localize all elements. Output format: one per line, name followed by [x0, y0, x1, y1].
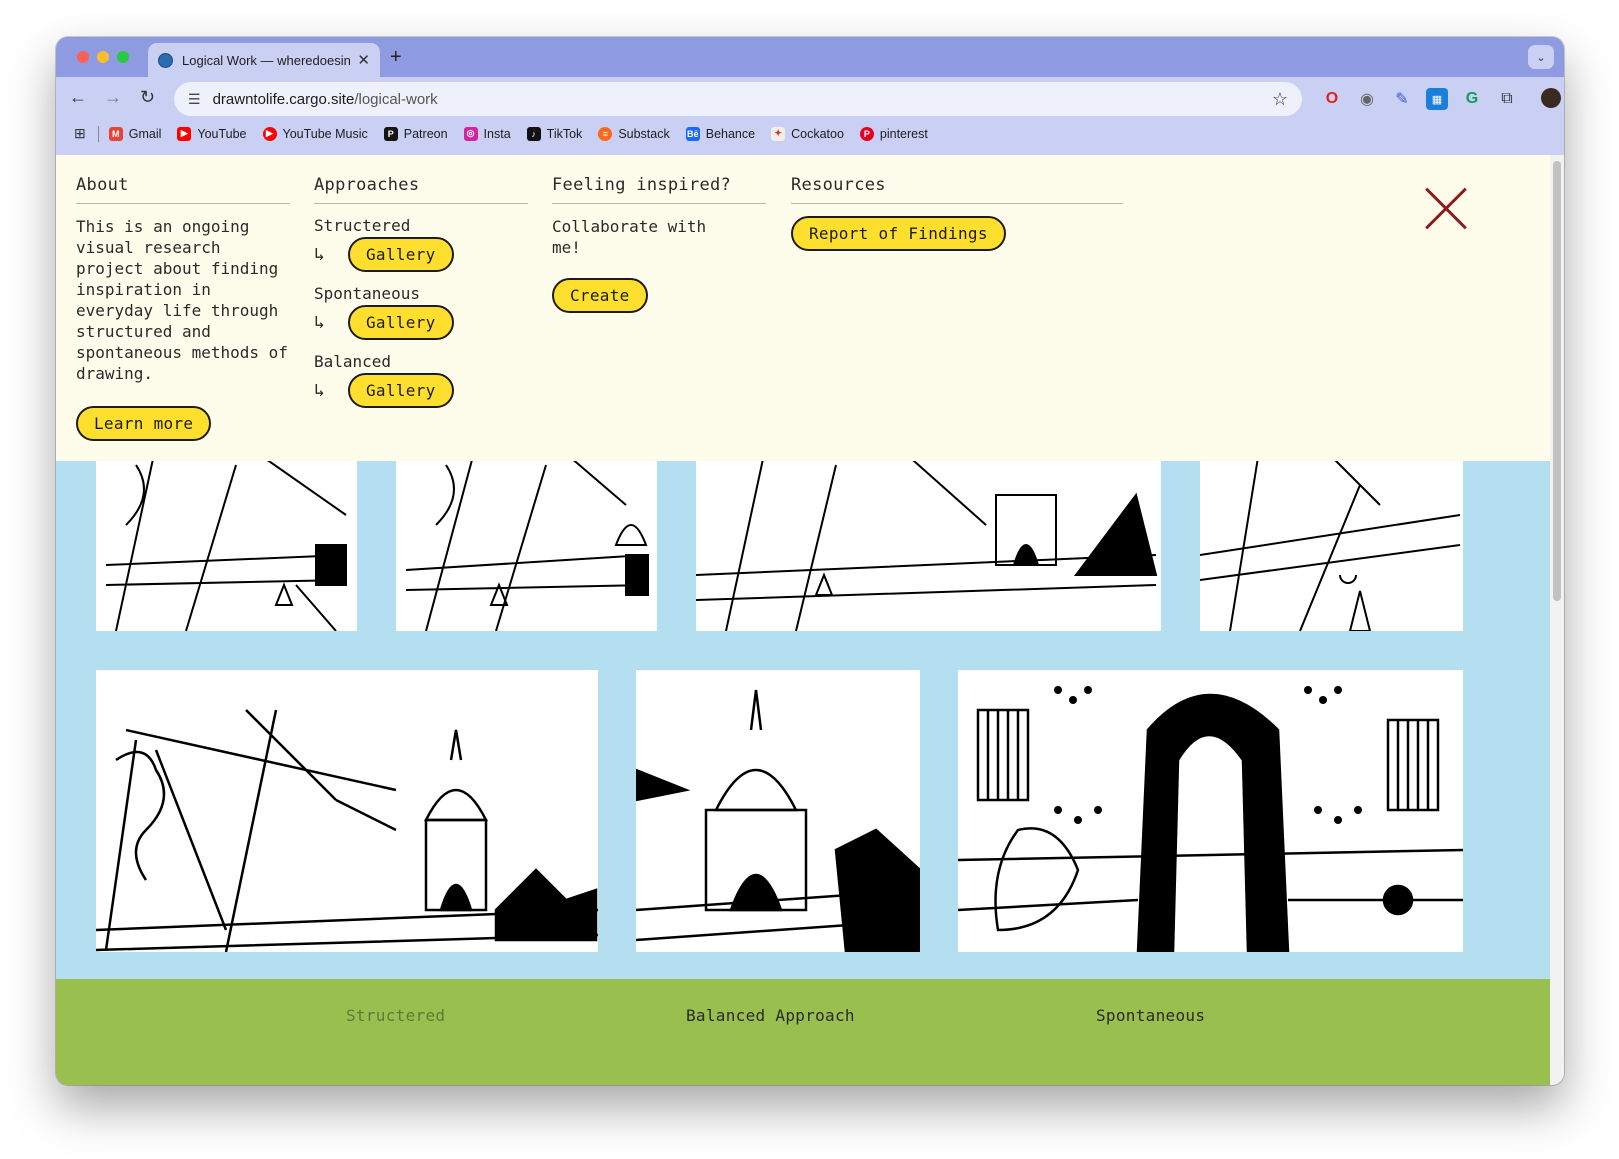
tab-search-button[interactable]: ⌄: [1528, 45, 1554, 69]
browser-toolbar: ← → ↻ ☰ drawntolife.cargo.site/logical-w…: [56, 77, 1564, 155]
grammarly-extension-icon[interactable]: G: [1461, 88, 1483, 110]
profile-avatar[interactable]: [1541, 88, 1561, 108]
reload-icon[interactable]: ↻: [140, 87, 155, 108]
bookmark-star-icon[interactable]: ☆: [1272, 89, 1288, 110]
pinterest-icon: P: [859, 126, 874, 141]
globe-icon: [158, 52, 173, 68]
gallery-image[interactable]: [636, 670, 920, 952]
youtube-music-icon: ▶: [262, 126, 277, 141]
bookmark-gmail[interactable]: M Gmail: [108, 126, 161, 141]
approach-label-balanced: Balanced: [314, 352, 392, 371]
learn-more-button[interactable]: Learn more: [76, 406, 212, 441]
bookmark-pinterest[interactable]: Ppinterest: [859, 126, 928, 141]
scrollbar-thumb[interactable]: [1553, 161, 1561, 601]
tiktok-icon: ♪: [526, 126, 541, 141]
bookmark-substack[interactable]: ≡ Substack: [598, 126, 670, 141]
create-button[interactable]: Create: [552, 278, 648, 313]
approaches-column: Approaches Structered ↳ Gallery Spontane…: [314, 175, 528, 420]
bookmark-behance[interactable]: Bē Behance: [685, 126, 755, 141]
about-heading: About: [76, 175, 290, 204]
gallery-image[interactable]: [958, 670, 1463, 952]
url-path: /logical-work: [354, 90, 438, 108]
gmail-icon: M: [108, 126, 123, 141]
arrow-icon: ↳: [314, 244, 325, 265]
bookmark-insta[interactable]: ◎ Insta: [463, 126, 511, 141]
menu-panel: About This is an ongoing visual research…: [56, 155, 1550, 461]
back-arrow-icon[interactable]: ←: [69, 87, 87, 108]
close-menu-icon[interactable]: [1424, 187, 1468, 231]
extensions-puzzle-icon[interactable]: ⧉: [1496, 88, 1518, 110]
inspired-column: Feeling inspired? Collaborate with me! C…: [552, 175, 766, 313]
approach-label-structured: Structered: [314, 216, 411, 235]
close-window-button[interactable]: [77, 51, 89, 63]
minimize-window-button[interactable]: [97, 51, 109, 63]
balanced-gallery-button[interactable]: Gallery: [348, 373, 454, 408]
about-column: About This is an ongoing visual research…: [76, 175, 290, 441]
report-of-findings-button[interactable]: Report of Findings: [791, 216, 1006, 251]
cockatoo-icon: ✦: [771, 126, 786, 141]
bookmarks-separator: [97, 125, 99, 142]
maximize-window-button[interactable]: [117, 51, 129, 63]
instagram-icon: ◎: [463, 126, 478, 141]
substack-icon: ≡: [598, 126, 613, 141]
active-tab[interactable]: Logical Work — wheredoesins ✕: [148, 43, 380, 77]
footer-nav: Structered Balanced Approach Spontaneous: [56, 979, 1550, 1085]
site-settings-icon[interactable]: ☰: [188, 91, 201, 108]
bookmark-cockatoo[interactable]: ✦ Cockatoo: [771, 126, 844, 141]
inspired-text: Collaborate with me!: [552, 217, 707, 257]
arrow-icon: ↳: [314, 312, 325, 333]
page-content: About This is an ongoing visual research…: [56, 155, 1550, 1085]
bookmark-patreon[interactable]: P Patreon: [383, 126, 448, 141]
opera-extension-icon[interactable]: O: [1321, 88, 1343, 110]
behance-icon: Bē: [685, 126, 700, 141]
approach-label-spontaneous: Spontaneous: [314, 284, 420, 303]
gallery-image[interactable]: [96, 670, 598, 952]
about-text: This is an ongoing visual research proje…: [76, 217, 288, 383]
footer-link-spontaneous[interactable]: Spontaneous: [1096, 1006, 1205, 1025]
footer-link-structured[interactable]: Structered: [346, 1006, 445, 1025]
page-scrollbar[interactable]: [1550, 155, 1564, 1085]
bookmark-youtube-music[interactable]: ▶ YouTube Music: [262, 126, 368, 141]
resources-column: Resources Report of Findings: [791, 175, 1123, 251]
dashboard-extension-icon[interactable]: ▦: [1426, 88, 1448, 110]
spontaneous-gallery-button[interactable]: Gallery: [348, 305, 454, 340]
pen-extension-icon[interactable]: ✎: [1391, 88, 1413, 110]
bookmark-tiktok[interactable]: ♪ TikTok: [526, 126, 582, 141]
structured-gallery-button[interactable]: Gallery: [348, 237, 454, 272]
resources-heading: Resources: [791, 175, 1123, 204]
url-domain: drawntolife.cargo.site: [212, 90, 355, 108]
forward-arrow-icon[interactable]: →: [104, 87, 122, 108]
address-bar[interactable]: ☰ drawntolife.cargo.site/logical-work ☆: [174, 82, 1302, 116]
new-tab-button[interactable]: +: [390, 46, 402, 69]
apps-grid-icon[interactable]: ⊞: [74, 125, 86, 142]
tab-strip: Logical Work — wheredoesins ✕ + ⌄: [56, 37, 1564, 77]
inspired-heading: Feeling inspired?: [552, 175, 766, 204]
bookmarks-bar: ⊞ M Gmail ▶ YouTube ▶ YouTube Music P Patreo…: [74, 125, 944, 142]
footer-link-balanced[interactable]: Balanced Approach: [686, 1006, 855, 1025]
youtube-icon: ▶: [177, 126, 192, 141]
bookmark-youtube[interactable]: ▶ YouTube: [177, 126, 247, 141]
arrow-icon: ↳: [314, 380, 325, 401]
tab-close-icon[interactable]: ✕: [357, 51, 370, 69]
browser-window: Logical Work — wheredoesins ✕ + ⌄ ← → ↻ …: [56, 37, 1564, 1085]
approaches-heading: Approaches: [314, 175, 528, 204]
camera-extension-icon[interactable]: ◉: [1356, 88, 1378, 110]
patreon-icon: P: [383, 126, 398, 141]
tab-title: Logical Work — wheredoesins: [182, 52, 352, 68]
